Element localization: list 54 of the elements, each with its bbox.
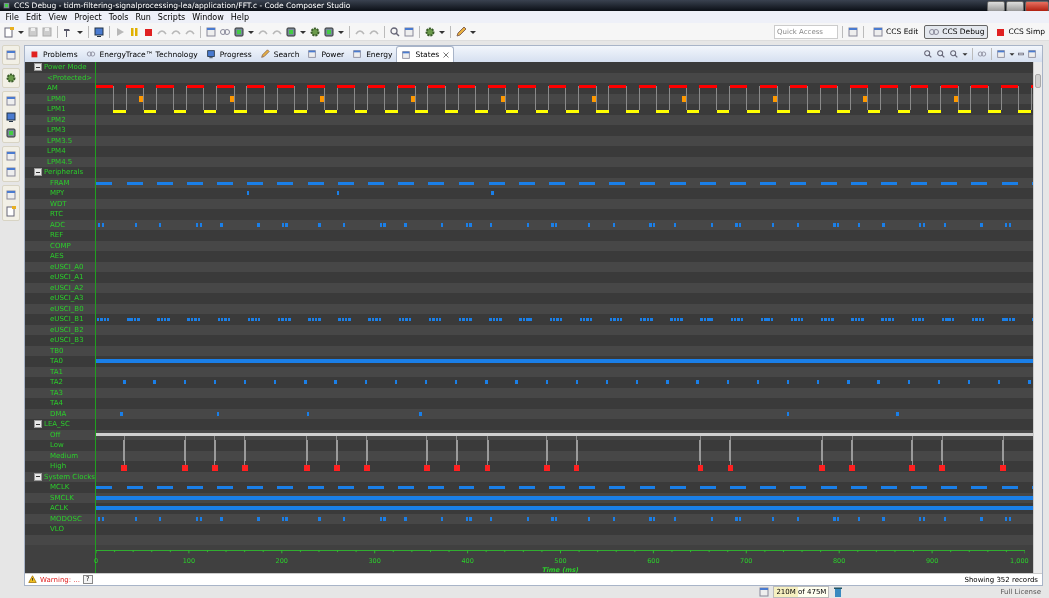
menu-item[interactable]: Tools <box>105 12 132 22</box>
chip-icon[interactable] <box>285 25 297 38</box>
monitor-icon[interactable] <box>93 25 105 38</box>
warning-icon <box>28 575 37 584</box>
gear-icon[interactable] <box>424 25 436 38</box>
window-icon[interactable] <box>403 25 415 38</box>
close-icon[interactable] <box>442 49 451 60</box>
window-icon[interactable] <box>5 189 17 201</box>
gear-icon[interactable] <box>5 72 17 84</box>
window-icon[interactable] <box>847 25 859 38</box>
menu-item[interactable]: Run <box>131 12 155 22</box>
collapse-icon[interactable] <box>34 420 42 429</box>
new-file-icon[interactable] <box>5 205 17 217</box>
menu-item[interactable]: Help <box>227 12 253 22</box>
pencil-icon <box>258 49 271 59</box>
window-icon[interactable] <box>995 49 1007 59</box>
menu-item[interactable]: Window <box>188 12 228 22</box>
window-icon <box>400 49 413 60</box>
scrollbar[interactable] <box>1033 62 1042 573</box>
pencil-icon[interactable] <box>455 25 467 38</box>
window-icon[interactable] <box>5 166 17 178</box>
collapse-icon[interactable] <box>34 63 42 72</box>
menu-item[interactable]: File <box>2 12 23 22</box>
maximize-icon[interactable] <box>1026 49 1038 59</box>
zoom-in-icon[interactable] <box>922 49 934 59</box>
window-icon <box>351 49 364 59</box>
window-icon[interactable] <box>5 150 17 162</box>
zoom-out-icon[interactable] <box>935 49 947 59</box>
chip-icon[interactable] <box>5 127 17 139</box>
link-icon <box>84 49 97 59</box>
maximize-button[interactable] <box>1006 0 1024 12</box>
chip-icon[interactable] <box>233 25 245 38</box>
window-icon[interactable] <box>758 586 771 598</box>
chip-icon[interactable] <box>323 25 335 38</box>
menu-item[interactable]: Project <box>70 12 106 22</box>
scrollbar-thumb[interactable] <box>1035 74 1041 88</box>
minimize-button[interactable] <box>987 0 1005 12</box>
collapse-icon[interactable] <box>34 168 42 177</box>
window-icon[interactable] <box>205 25 217 38</box>
menu-item[interactable]: Scripts <box>154 12 189 22</box>
magnifier-icon[interactable] <box>948 49 960 59</box>
collapse-icon[interactable] <box>34 472 42 481</box>
window-icon[interactable] <box>5 95 17 107</box>
monitor-icon <box>204 49 217 59</box>
window-icon[interactable] <box>5 49 17 61</box>
window-icon <box>306 49 319 59</box>
magnifier-icon[interactable] <box>389 25 401 38</box>
trash-icon[interactable] <box>832 586 845 598</box>
gear-icon[interactable] <box>309 25 321 38</box>
menu-item[interactable]: View <box>44 12 71 22</box>
monitor-icon[interactable] <box>5 111 17 123</box>
menu-item[interactable]: Edit <box>22 12 45 22</box>
close-button[interactable] <box>1025 0 1049 12</box>
chip-icon <box>2 1 11 10</box>
